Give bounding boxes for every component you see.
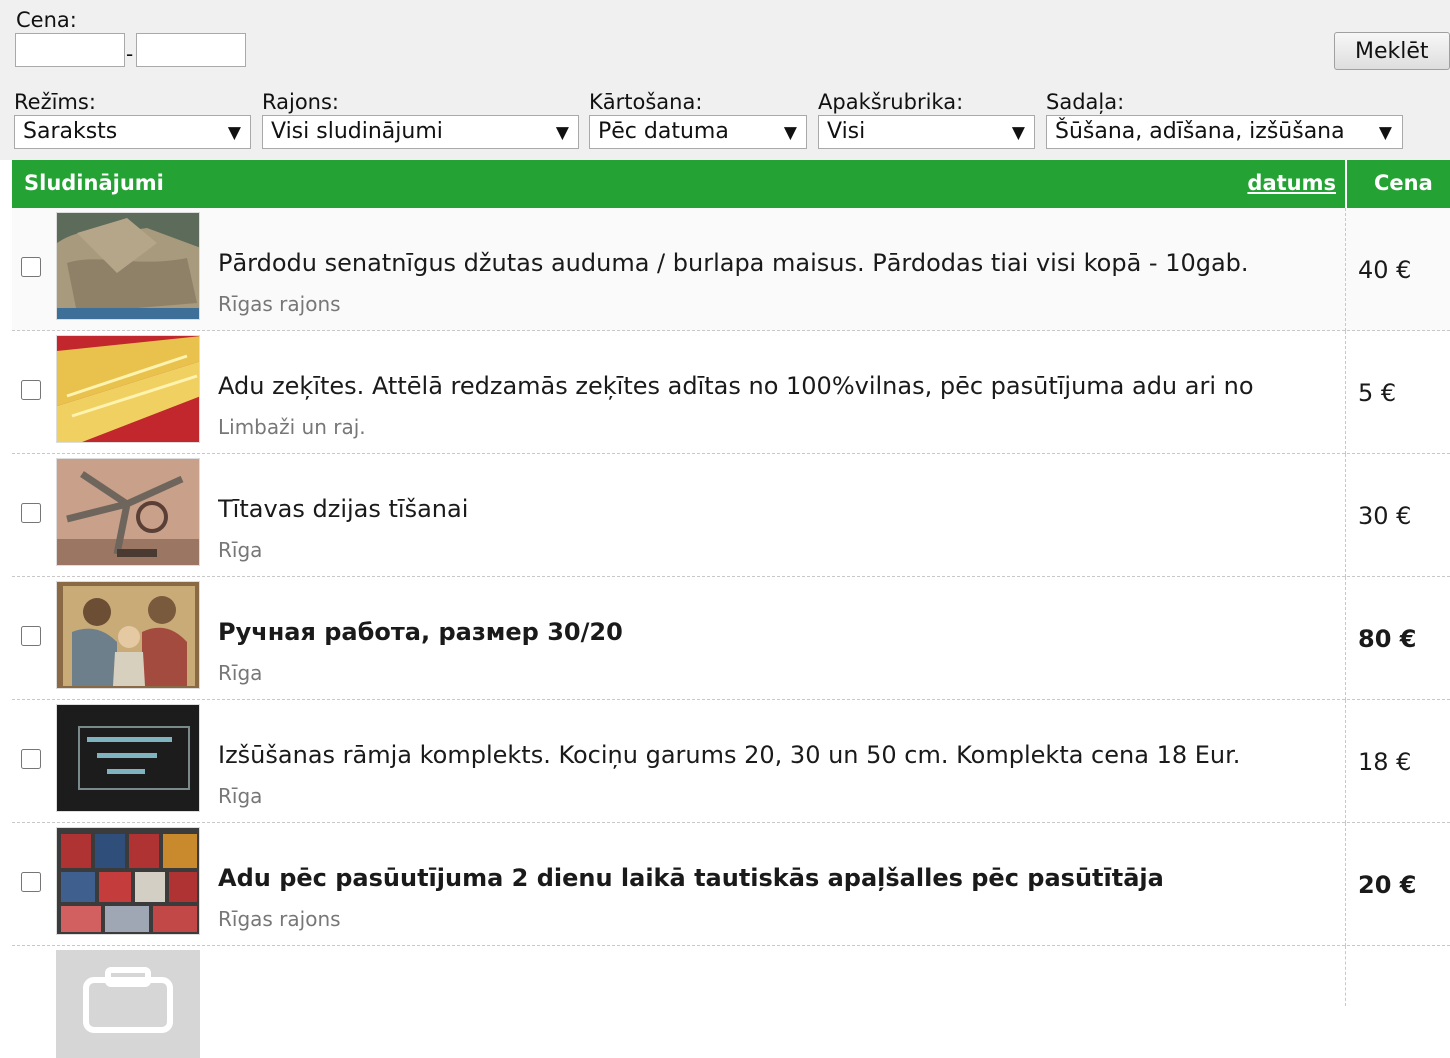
row-checkbox[interactable] [21,257,41,277]
subcategory-select[interactable]: Visi ▼ [818,115,1035,149]
listing-title[interactable]: Ручная работа, размер 30/20 [218,617,1342,647]
listing-location: Rīga [218,538,263,562]
listing-title[interactable]: Tītavas dzijas tīšanai [218,494,1342,524]
section-select[interactable]: Šūšana, adīšana, izšūšana ▼ [1046,115,1403,149]
listing-location: Rīga [218,661,263,685]
table-row[interactable]: Adu pēc pasūutījuma 2 dienu laikā tautis… [12,823,1450,946]
price-from-input[interactable] [15,33,125,67]
listing-location: Rīgas rajons [218,292,341,316]
price-divider [1345,823,1346,946]
row-checkbox[interactable] [21,626,41,646]
price-to-input[interactable] [136,33,246,67]
chevron-down-icon: ▼ [783,123,797,143]
yarn-winder-photo[interactable] [56,458,200,566]
listing-title[interactable]: Adu zeķītes. Attēlā redzamās zeķītes adī… [218,371,1342,401]
listing-title[interactable]: Adu pēc pasūutījuma 2 dienu laikā tautis… [218,863,1342,893]
table-row[interactable] [12,946,1450,1058]
chevron-down-icon: ▼ [1011,123,1025,143]
header-divider [1345,160,1347,208]
chevron-down-icon: ▼ [555,123,569,143]
camera-placeholder-icon [56,950,200,1058]
table-row[interactable]: Tītavas dzijas tīšanai Rīga 30 € [12,454,1450,577]
embroidered-icon-photo[interactable] [56,581,200,689]
region-select-value: Visi sludinājumi [271,119,443,144]
embroidery-frame-photo[interactable] [56,704,200,812]
row-checkbox[interactable] [21,503,41,523]
listing-price: 18 € [1358,748,1412,776]
sort-label: Kārtošana: [589,90,703,114]
listing-price: 80 € [1358,625,1417,653]
chevron-down-icon: ▼ [227,123,241,143]
table-row[interactable]: Ручная работа, размер 30/20 Rīga 80 € [12,577,1450,700]
price-divider [1345,700,1346,823]
listing-title[interactable]: Pārdodu senatnīgus džutas auduma / burla… [218,248,1342,278]
price-divider [1345,208,1346,331]
mode-label: Režīms: [14,90,96,114]
row-checkbox[interactable] [21,749,41,769]
subcategory-label: Apakšrubrika: [818,90,964,114]
section-label: Sadaļa: [1046,90,1125,114]
header-price: Cena [1374,171,1433,195]
mode-select[interactable]: Saraksts ▼ [14,115,251,149]
subcategory-select-value: Visi [827,119,866,144]
row-checkbox[interactable] [21,380,41,400]
knitted-socks-photo[interactable] [56,335,200,443]
listing-price: 40 € [1358,256,1412,284]
table-row[interactable]: Pārdodu senatnīgus džutas auduma / burla… [12,208,1450,331]
section-select-value: Šūšana, adīšana, izšūšana [1055,119,1345,144]
table-row[interactable]: Izšūšanas rāmja komplekts. Kociņu garums… [12,700,1450,823]
listings-table: Sludinājumi datums Cena Pārdodu senatnīg… [12,160,1450,1058]
region-label: Rajons: [262,90,340,114]
listing-location: Limbaži un raj. [218,415,366,439]
listings-header: Sludinājumi datums Cena [12,160,1450,208]
sort-select[interactable]: Pēc datuma ▼ [589,115,807,149]
price-label: Cena: [16,8,77,32]
price-range-separator: - [126,42,134,66]
sort-select-value: Pēc datuma [598,119,729,144]
listing-price: 20 € [1358,871,1417,899]
listing-price: 5 € [1358,379,1397,407]
price-divider [1345,454,1346,577]
price-divider [1345,946,1346,1006]
row-checkbox[interactable] [21,872,41,892]
chevron-down-icon: ▼ [1378,123,1392,143]
mode-select-value: Saraksts [23,119,118,144]
header-title: Sludinājumi [24,171,164,195]
filter-panel: Cena: - Meklēt Režīms: Saraksts ▼ Rajons… [0,0,1450,160]
sort-by-date-link[interactable]: datums [1247,171,1336,195]
price-divider [1345,331,1346,454]
burlap-sacks-photo[interactable] [56,212,200,320]
knitted-scarves-photo[interactable] [56,827,200,935]
listing-location: Rīga [218,784,263,808]
region-select[interactable]: Visi sludinājumi ▼ [262,115,579,149]
listing-location: Rīgas rajons [218,907,341,931]
listing-title[interactable]: Izšūšanas rāmja komplekts. Kociņu garums… [218,740,1342,770]
listing-price: 30 € [1358,502,1412,530]
search-button[interactable]: Meklēt [1334,32,1450,70]
table-row[interactable]: Adu zeķītes. Attēlā redzamās zeķītes adī… [12,331,1450,454]
price-divider [1345,577,1346,700]
